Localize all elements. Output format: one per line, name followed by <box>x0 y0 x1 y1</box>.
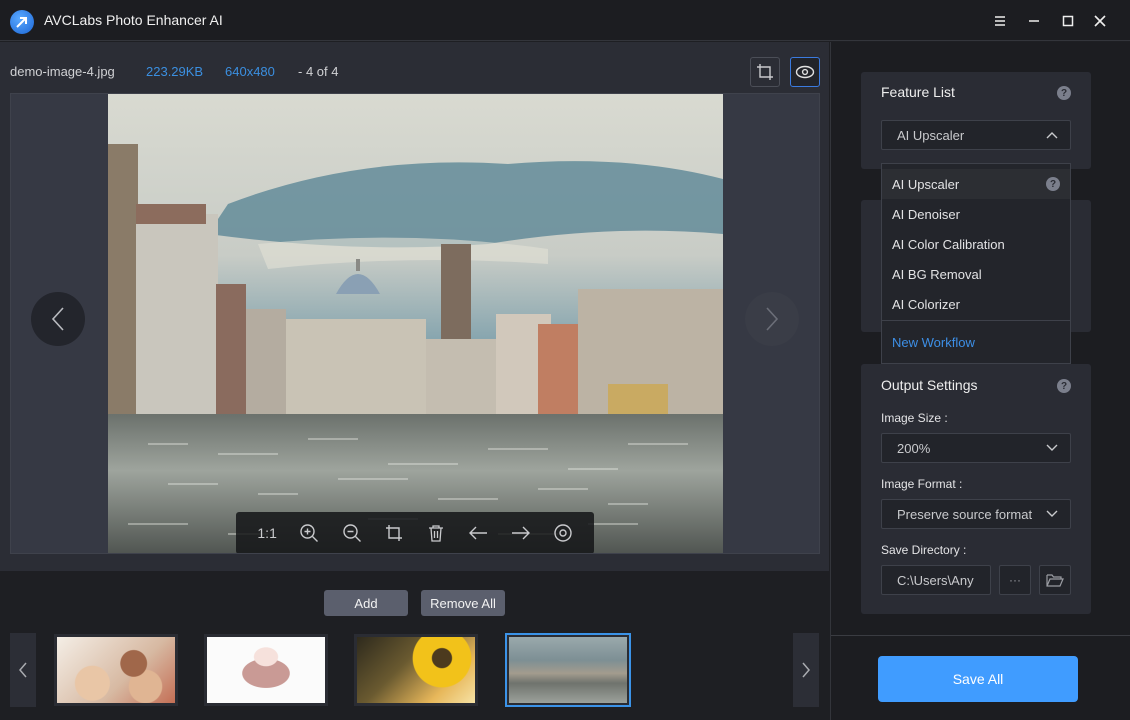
dropdown-item-ai-colorizer[interactable]: AI Colorizer <box>882 289 1070 319</box>
preview-panel: demo-image-4.jpg 223.29KB 640x480 - 4 of… <box>0 42 829 571</box>
file-size: 223.29KB <box>146 64 204 79</box>
previous-image-button[interactable] <box>31 292 85 346</box>
preview-toggle-button[interactable] <box>790 57 820 87</box>
image-dimensions: 640x480 <box>225 64 275 79</box>
feature-select[interactable]: AI Upscaler <box>881 120 1071 150</box>
next-image-button[interactable] <box>745 292 799 346</box>
help-icon[interactable]: ? <box>1057 86 1071 100</box>
dropdown-divider <box>882 320 1070 321</box>
arrow-right-icon <box>511 526 530 540</box>
image-toolbar: 1:1 <box>236 512 594 553</box>
crop-icon <box>385 525 402 541</box>
thumbnail-image <box>57 637 175 703</box>
save-directory-label: Save Directory : <box>881 543 967 557</box>
dropdown-item-label: AI Upscaler <box>892 176 960 192</box>
remove-all-button[interactable]: Remove All <box>421 590 505 616</box>
zoom-in-icon <box>300 524 319 542</box>
thumbnails-next-button[interactable] <box>793 633 819 707</box>
image-viewer: 1:1 <box>10 93 820 554</box>
trash-icon <box>429 525 444 542</box>
app-logo-icon <box>10 10 34 34</box>
rotate-right-button[interactable] <box>508 520 534 546</box>
save-directory-input[interactable]: C:\Users\Any <box>881 565 991 595</box>
thumbnail-image <box>357 637 475 703</box>
help-icon[interactable]: ? <box>1057 379 1071 393</box>
new-workflow-link[interactable]: New Workflow <box>882 327 1070 357</box>
main-image <box>108 94 723 553</box>
thumbnail-strip-panel: Add Remove All <box>0 571 829 720</box>
image-format-value: Preserve source format <box>897 506 1033 522</box>
delete-button[interactable] <box>423 520 449 546</box>
output-settings-title: Output Settings <box>881 377 978 393</box>
add-button[interactable]: Add <box>324 590 408 616</box>
chevron-right-icon <box>802 662 810 678</box>
actual-size-button[interactable]: 1:1 <box>254 520 280 546</box>
title-bar: AVCLabs Photo Enhancer AI <box>0 0 1130 41</box>
image-size-value: 200% <box>897 440 931 456</box>
settings-panel: Feature List ? AI Upscaler Output Settin… <box>830 42 1130 720</box>
save-directory-value: C:\Users\Any <box>897 572 974 588</box>
chevron-left-icon <box>51 307 64 331</box>
chevron-right-icon <box>766 307 779 331</box>
thumbnail-image <box>509 637 627 703</box>
rotate-left-button[interactable] <box>465 520 491 546</box>
feature-select-value: AI Upscaler <box>897 127 965 143</box>
divider <box>831 635 1130 636</box>
thumbnail-image <box>207 637 325 703</box>
arrow-left-icon <box>469 526 488 540</box>
zoom-out-button[interactable] <box>339 520 365 546</box>
zoom-out-icon <box>342 524 361 542</box>
compare-button[interactable] <box>550 520 576 546</box>
crop-button[interactable] <box>750 57 780 87</box>
eye-icon <box>554 524 572 542</box>
feature-dropdown-menu: AI Upscaler ? AI Denoiser AI Color Calib… <box>881 163 1071 364</box>
help-icon[interactable]: ? <box>1046 177 1060 191</box>
image-size-label: Image Size : <box>881 411 948 425</box>
dropdown-item-ai-color-calibration[interactable]: AI Color Calibration <box>882 229 1070 259</box>
crop-icon <box>757 64 773 80</box>
save-all-button[interactable]: Save All <box>878 656 1078 702</box>
thumbnail-3[interactable] <box>354 634 478 706</box>
thumbnail-1[interactable] <box>54 634 178 706</box>
open-folder-button[interactable] <box>1039 565 1071 595</box>
zoom-in-button[interactable] <box>296 520 322 546</box>
image-size-select[interactable]: 200% <box>881 433 1071 463</box>
thumbnails-prev-button[interactable] <box>10 633 36 707</box>
dropdown-item-ai-denoiser[interactable]: AI Denoiser <box>882 199 1070 229</box>
minimize-icon[interactable] <box>1023 10 1045 32</box>
image-format-select[interactable]: Preserve source format <box>881 499 1071 529</box>
feature-list-title: Feature List <box>881 84 955 100</box>
chevron-down-icon <box>1046 510 1058 517</box>
app-title: AVCLabs Photo Enhancer AI <box>44 12 223 28</box>
dropdown-item-ai-upscaler[interactable]: AI Upscaler ? <box>882 169 1070 199</box>
browse-more-button[interactable]: ··· <box>999 565 1031 595</box>
chevron-up-icon <box>1046 132 1058 139</box>
crop-tool-button[interactable] <box>381 520 407 546</box>
image-position: - 4 of 4 <box>298 64 339 79</box>
feature-list-card: Feature List ? AI Upscaler <box>861 72 1091 169</box>
folder-icon <box>1046 574 1064 587</box>
file-name: demo-image-4.jpg <box>10 64 115 79</box>
eye-icon <box>795 65 815 79</box>
thumbnail-2[interactable] <box>204 634 328 706</box>
thumbnail-4[interactable] <box>505 633 631 707</box>
dropdown-item-ai-bg-removal[interactable]: AI BG Removal <box>882 259 1070 289</box>
chevron-down-icon <box>1046 444 1058 451</box>
image-format-label: Image Format : <box>881 477 963 491</box>
menu-icon[interactable] <box>989 10 1011 32</box>
chevron-left-icon <box>19 662 27 678</box>
maximize-icon[interactable] <box>1057 10 1079 32</box>
close-icon[interactable] <box>1089 10 1111 32</box>
